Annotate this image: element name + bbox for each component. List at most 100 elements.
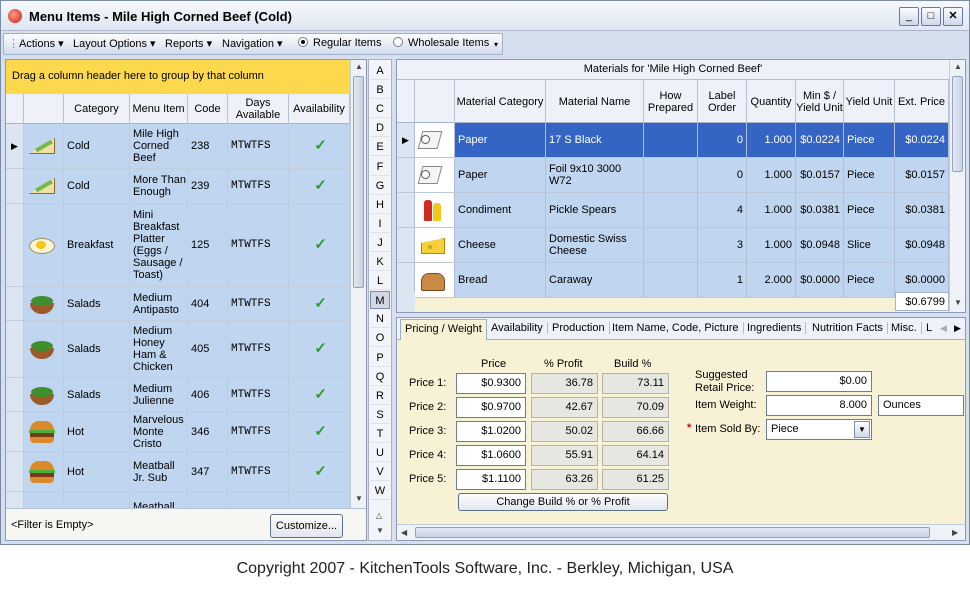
- alpha-index-j[interactable]: J: [370, 234, 390, 252]
- alpha-index-r[interactable]: R: [370, 387, 390, 405]
- material-prepared-cell[interactable]: [644, 263, 698, 297]
- code-cell[interactable]: 238: [188, 124, 228, 168]
- menu-item-cell[interactable]: Medium Antipasto: [130, 287, 188, 320]
- table-row[interactable]: Hot Marvelous Monte Cristo 346 MTWTFS ✓: [6, 412, 350, 452]
- alpha-index-d[interactable]: D: [370, 119, 390, 138]
- code-cell[interactable]: 346: [188, 412, 228, 451]
- column-header-yield-unit[interactable]: Yield Unit: [844, 80, 895, 123]
- table-row[interactable]: Breakfast Mini Breakfast Platter (Eggs / …: [6, 204, 350, 287]
- suggested-retail-input[interactable]: $0.00: [766, 371, 872, 392]
- availability-cell[interactable]: ✓: [289, 287, 350, 320]
- material-min-cell[interactable]: $0.0157: [796, 158, 844, 192]
- category-cell[interactable]: Cold: [64, 124, 130, 168]
- material-prepared-cell[interactable]: [644, 193, 698, 227]
- row-indicator[interactable]: [6, 378, 24, 411]
- material-row[interactable]: Bread Caraway 1 2.000 $0.0000 Piece $0.0000: [397, 263, 949, 298]
- reports-menu[interactable]: Reports ▾: [165, 37, 212, 50]
- material-prepared-cell[interactable]: [644, 158, 698, 192]
- alpha-index-k[interactable]: K: [370, 253, 390, 271]
- group-by-bar[interactable]: Drag a column header here to group by th…: [6, 60, 350, 94]
- scroll-left-icon[interactable]: ◀: [401, 528, 407, 537]
- column-header-quantity[interactable]: Quantity: [747, 80, 796, 123]
- alpha-index-t[interactable]: T: [370, 425, 390, 443]
- code-cell[interactable]: 405: [188, 321, 228, 377]
- material-unit-cell[interactable]: Slice: [844, 228, 895, 262]
- alpha-index-a[interactable]: A: [370, 62, 390, 80]
- scroll-up-icon[interactable]: ▲: [954, 62, 962, 71]
- material-name-cell[interactable]: Domestic Swiss Cheese: [546, 228, 644, 262]
- material-min-cell[interactable]: $0.0000: [796, 263, 844, 297]
- price-field-2[interactable]: $0.9700: [456, 397, 526, 418]
- price-field-1[interactable]: $0.9300: [456, 373, 526, 394]
- scroll-right-icon[interactable]: ▶: [952, 528, 958, 537]
- availability-cell[interactable]: ✓: [289, 321, 350, 377]
- alpha-index-s[interactable]: S: [370, 406, 390, 424]
- scroll-down-icon[interactable]: ▼: [355, 494, 363, 503]
- alpha-index-g[interactable]: G: [370, 177, 390, 195]
- material-unit-cell[interactable]: Piece: [844, 123, 895, 157]
- alpha-index-i[interactable]: I: [370, 215, 390, 233]
- material-row[interactable]: Condiment Pickle Spears 4 1.000 $0.0381 Piece…: [397, 193, 949, 228]
- alpha-index-q[interactable]: Q: [370, 368, 390, 386]
- material-unit-cell[interactable]: Piece: [844, 193, 895, 227]
- category-cell[interactable]: Hot: [64, 452, 130, 491]
- material-qty-cell[interactable]: 1.000: [747, 158, 796, 192]
- price-field-4[interactable]: $1.0600: [456, 445, 526, 466]
- material-category-cell[interactable]: Cheese: [455, 228, 546, 262]
- column-header-how-prepared[interactable]: How Prepared: [644, 80, 698, 123]
- tab-l[interactable]: L: [922, 322, 936, 334]
- material-order-cell[interactable]: 4: [698, 193, 747, 227]
- alpha-index-p[interactable]: P: [370, 349, 390, 367]
- item-picture[interactable]: [24, 412, 64, 451]
- material-row[interactable]: Cheese Domestic Swiss Cheese 3 1.000 $0.0948…: [397, 228, 949, 263]
- material-picture[interactable]: [415, 193, 455, 227]
- row-indicator[interactable]: [6, 321, 24, 377]
- item-weight-input[interactable]: 8.000: [766, 395, 872, 416]
- material-order-cell[interactable]: 0: [698, 158, 747, 192]
- material-min-cell[interactable]: $0.0948: [796, 228, 844, 262]
- minimize-button[interactable]: _: [899, 7, 919, 26]
- column-header-min-yield-unit[interactable]: Min $ / Yield Unit: [796, 80, 844, 123]
- tab-availability[interactable]: Availability: [487, 322, 548, 334]
- row-indicator[interactable]: [6, 169, 24, 203]
- tab-item-name-code-picture[interactable]: Item Name, Code, Picture: [608, 322, 744, 334]
- availability-cell[interactable]: ✓: [289, 452, 350, 491]
- column-header-category[interactable]: Category: [64, 94, 130, 124]
- row-indicator[interactable]: [397, 193, 415, 227]
- material-row[interactable]: Paper Foil 9x10 3000 W72 0 1.000 $0.0157 Piec…: [397, 158, 949, 193]
- material-qty-cell[interactable]: 1.000: [747, 123, 796, 157]
- code-cell[interactable]: 404: [188, 287, 228, 320]
- scroll-thumb[interactable]: [415, 527, 930, 538]
- item-sold-by-select[interactable]: Piece ▼: [766, 419, 872, 440]
- wholesale-items-radio[interactable]: Wholesale Items: [393, 37, 489, 49]
- material-category-cell[interactable]: Paper: [455, 123, 546, 157]
- alpha-index-v[interactable]: V: [370, 463, 390, 482]
- material-category-cell[interactable]: Condiment: [455, 193, 546, 227]
- tab-pricing-weight[interactable]: Pricing / Weight: [400, 319, 487, 340]
- availability-cell[interactable]: ✓: [289, 412, 350, 451]
- item-picture[interactable]: [24, 204, 64, 286]
- price-field-3[interactable]: $1.0200: [456, 421, 526, 442]
- alpha-index-e[interactable]: E: [370, 138, 390, 157]
- item-picture[interactable]: [24, 169, 64, 203]
- alpha-index-b[interactable]: B: [370, 81, 390, 100]
- availability-cell[interactable]: ✓: [289, 204, 350, 286]
- tab-misc[interactable]: Misc.: [887, 322, 922, 334]
- scroll-down-icon[interactable]: ▼: [954, 298, 962, 307]
- category-cell[interactable]: Cold: [64, 169, 130, 203]
- column-header-code[interactable]: Code: [188, 94, 228, 124]
- alpha-scroll-down-icon[interactable]: ▼: [376, 526, 384, 535]
- material-order-cell[interactable]: 0: [698, 123, 747, 157]
- column-header-material-category[interactable]: Material Category: [455, 80, 546, 123]
- material-min-cell[interactable]: $0.0381: [796, 193, 844, 227]
- material-min-cell[interactable]: $0.0224: [796, 123, 844, 157]
- menu-item-cell[interactable]: Medium Julienne: [130, 378, 188, 411]
- table-row[interactable]: Salads Medium Antipasto 404 MTWTFS ✓: [6, 287, 350, 321]
- item-picture[interactable]: [24, 321, 64, 377]
- material-name-cell[interactable]: Caraway: [546, 263, 644, 297]
- customize-button[interactable]: Customize...: [270, 514, 343, 538]
- category-cell[interactable]: Breakfast: [64, 204, 130, 286]
- material-picture[interactable]: [415, 158, 455, 192]
- material-picture[interactable]: [415, 263, 455, 297]
- menu-item-cell[interactable]: Marvelous Monte Cristo: [130, 412, 188, 451]
